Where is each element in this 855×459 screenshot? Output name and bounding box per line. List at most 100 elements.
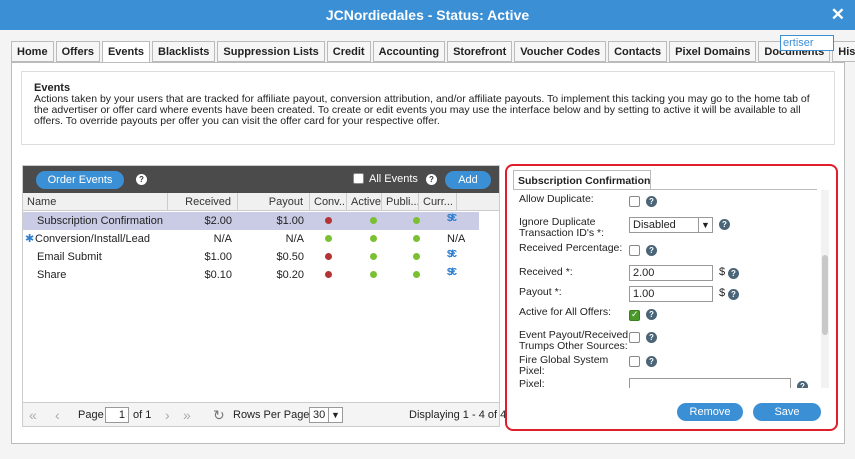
table-row[interactable]: ✱ Conversion/Install/Lead N/A N/A N/A: [23, 230, 479, 248]
grid-toolbar: Order Events ? All Events ? Add: [23, 166, 499, 193]
event-payout: N/A: [285, 233, 304, 245]
events-grid: Order Events ? All Events ? Add Name Rece…: [22, 165, 506, 427]
event-name: Subscription Confirmation: [37, 215, 163, 227]
events-description: Events Actions taken by your users that …: [21, 71, 835, 145]
received-input[interactable]: 2.00: [629, 265, 713, 281]
active-all-offers-checkbox[interactable]: [629, 309, 640, 321]
remove-button[interactable]: Remove: [677, 403, 743, 421]
rows-per-page-label: Rows Per Page:: [233, 409, 313, 421]
column-header-public[interactable]: Publi...: [382, 193, 419, 211]
tab-subscription-confirmation[interactable]: Subscription Confirmation: [513, 170, 651, 190]
active-all-offers-label: Active for All Offers:: [519, 306, 612, 318]
received-percentage-help-icon[interactable]: ?: [646, 245, 657, 256]
event-payout: $1.00: [276, 215, 304, 227]
fire-global-pixel-help-icon[interactable]: ?: [646, 356, 657, 367]
event-payout-trumps-checkbox[interactable]: [629, 332, 640, 343]
received-label: Received *:: [519, 266, 573, 278]
table-row[interactable]: Share $0.10 $0.20 $/€: [23, 266, 479, 284]
public-status-dot: [413, 217, 420, 224]
active-status-dot: [370, 253, 377, 260]
received-percentage-label: Received Percentage:: [519, 242, 623, 254]
event-form: Allow Duplicate: ? Ignore Duplicate Tran…: [513, 190, 819, 388]
refresh-icon[interactable]: ↻: [213, 407, 225, 424]
event-payout: $0.20: [276, 269, 304, 281]
first-page-icon[interactable]: «: [29, 407, 37, 423]
column-header-received[interactable]: Received: [168, 193, 238, 211]
order-events-button[interactable]: Order Events: [36, 171, 124, 189]
all-events-help-icon[interactable]: ?: [426, 174, 437, 185]
event-name: Share: [37, 269, 67, 281]
ignore-duplicate-help-icon[interactable]: ?: [719, 219, 730, 230]
tab-bar: Home Offers Events Blacklists Suppression Li…: [11, 41, 855, 63]
ignore-duplicate-value: Disabled: [633, 219, 676, 231]
payout-input[interactable]: 1.00: [629, 286, 713, 302]
tab-suppression-lists[interactable]: Suppression Lists: [217, 41, 325, 62]
conv-status-dot: [325, 217, 332, 224]
all-events-label: All Events: [369, 173, 418, 185]
rows-per-page-select[interactable]: 30 ▼: [309, 407, 343, 423]
tab-accounting[interactable]: Accounting: [372, 41, 446, 62]
received-currency: $: [719, 266, 726, 278]
tab-offers[interactable]: Offers: [55, 41, 100, 62]
tab-events[interactable]: Events: [101, 41, 151, 63]
next-page-icon[interactable]: ›: [165, 407, 170, 423]
advertiser-button[interactable]: ertiser: [780, 35, 834, 51]
fire-global-pixel-checkbox[interactable]: [629, 356, 640, 367]
tab-contacts[interactable]: Contacts: [608, 41, 668, 62]
event-name: Email Submit: [37, 251, 102, 263]
tab-home[interactable]: Home: [11, 41, 54, 62]
conv-status-dot: [325, 235, 332, 242]
save-button[interactable]: Save: [753, 403, 821, 421]
active-all-offers-help-icon[interactable]: ?: [646, 309, 657, 320]
pixel-help-icon[interactable]: ?: [797, 381, 808, 388]
column-header-currency[interactable]: Curr...: [419, 193, 457, 211]
active-status-dot: [370, 271, 377, 278]
scrollbar-thumb[interactable]: [822, 255, 828, 335]
title-bar: JCNordiedales - Status: Active ✕: [0, 0, 855, 30]
received-percentage-checkbox[interactable]: [629, 245, 640, 256]
table-row[interactable]: Subscription Confirmation $2.00 $1.00 $/€: [23, 212, 479, 230]
allow-duplicate-checkbox[interactable]: [629, 196, 640, 207]
event-received: $1.00: [204, 251, 232, 263]
column-header-active[interactable]: Active: [347, 193, 382, 211]
currency-value: N/A: [447, 233, 466, 245]
tab-voucher-codes[interactable]: Voucher Codes: [514, 41, 607, 62]
tab-history[interactable]: History: [832, 41, 855, 62]
all-events-checkbox[interactable]: [353, 173, 364, 184]
allow-duplicate-help-icon[interactable]: ?: [646, 196, 657, 207]
last-page-icon[interactable]: »: [183, 407, 191, 423]
ignore-duplicate-label: Ignore Duplicate Transaction ID's *:: [519, 216, 605, 239]
grid-pager: « ‹ Page 1 of 1 › » ↻ Rows Per Page: 30 …: [23, 402, 506, 426]
currency-icon: $/€: [447, 267, 457, 278]
event-payout-trumps-help-icon[interactable]: ?: [646, 332, 657, 343]
tab-storefront[interactable]: Storefront: [447, 41, 513, 62]
column-header-name[interactable]: Name: [23, 193, 168, 211]
page-label: Page: [78, 409, 104, 421]
event-name: Conversion/Install/Lead: [35, 233, 150, 245]
conv-status-dot: [325, 253, 332, 260]
event-received: N/A: [213, 233, 232, 245]
column-header-payout[interactable]: Payout: [238, 193, 310, 211]
page-input[interactable]: 1: [105, 407, 129, 423]
currency-icon: $/€: [447, 249, 457, 260]
tab-pixel-domains[interactable]: Pixel Domains: [669, 41, 757, 62]
chevron-down-icon: ▼: [328, 408, 342, 422]
prev-page-icon[interactable]: ‹: [55, 407, 60, 423]
table-row[interactable]: Email Submit $1.00 $0.50 $/€: [23, 248, 479, 266]
tab-blacklists[interactable]: Blacklists: [152, 41, 216, 62]
column-header-conv[interactable]: Conv...: [310, 193, 347, 211]
allow-duplicate-label: Allow Duplicate:: [519, 193, 594, 205]
ignore-duplicate-select[interactable]: Disabled ▼: [629, 217, 713, 233]
order-events-help-icon[interactable]: ?: [136, 174, 147, 185]
received-help-icon[interactable]: ?: [728, 268, 739, 279]
pixel-input[interactable]: [629, 378, 791, 388]
public-status-dot: [413, 271, 420, 278]
add-event-button[interactable]: Add: [445, 171, 491, 189]
form-scrollbar[interactable]: [821, 190, 829, 388]
close-icon[interactable]: ✕: [831, 5, 845, 25]
payout-label: Payout *:: [519, 286, 562, 298]
tab-credit[interactable]: Credit: [326, 41, 371, 62]
active-status-dot: [370, 235, 377, 242]
grid-header: Name Received Payout Conv... Active Publi... C…: [23, 193, 499, 211]
payout-help-icon[interactable]: ?: [728, 289, 739, 300]
